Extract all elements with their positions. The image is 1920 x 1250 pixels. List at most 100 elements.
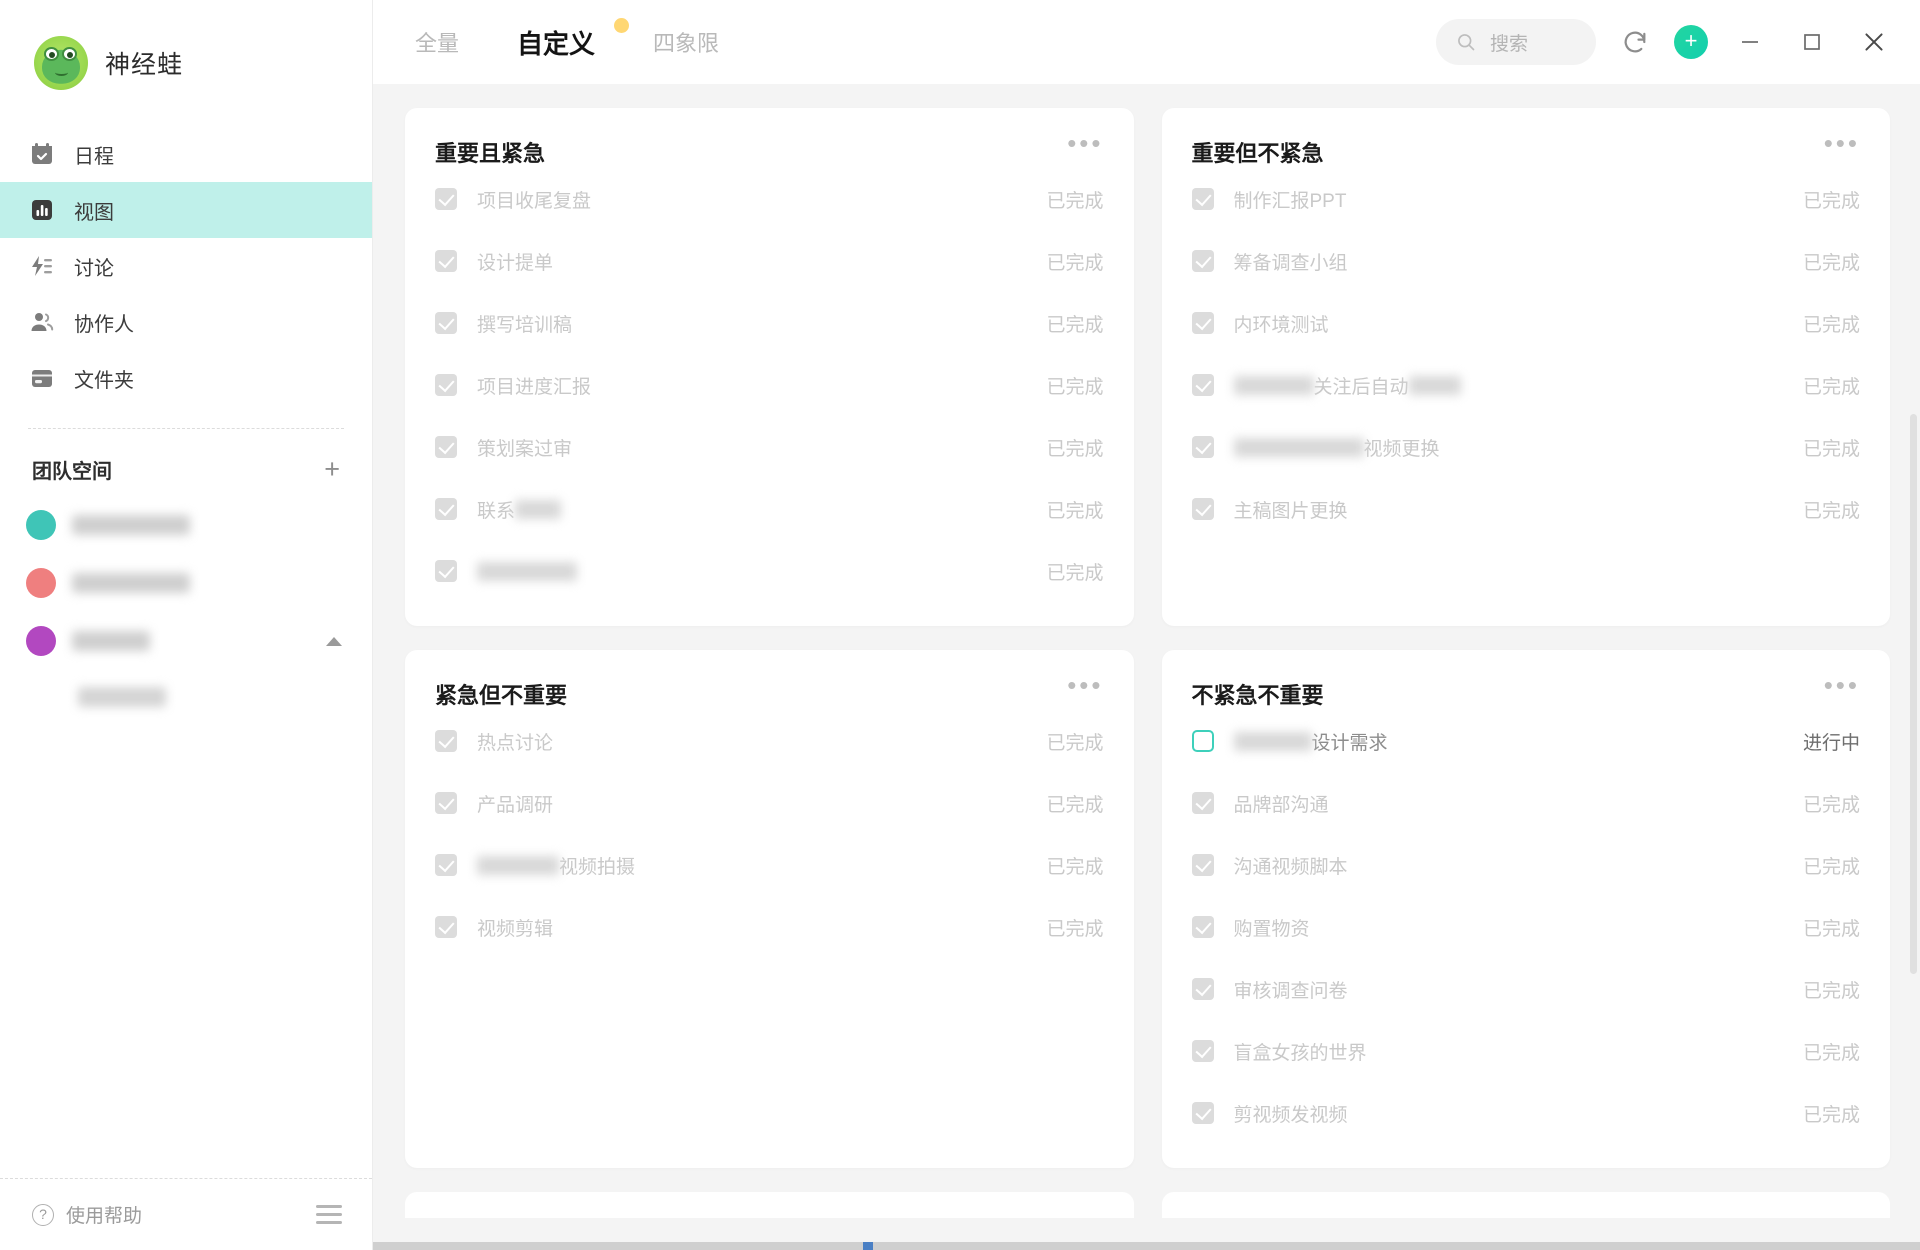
team-space-item[interactable] <box>0 554 372 612</box>
card-more-options-icon[interactable]: ••• <box>1824 672 1860 698</box>
task-row[interactable]: 热点讨论 已完成 <box>435 710 1104 772</box>
task-row[interactable]: 剪视频发视频 已完成 <box>1191 1082 1860 1144</box>
sidebar-item-collaborators[interactable]: 协作人 <box>0 294 372 350</box>
tab-all[interactable]: 全量 <box>415 26 459 58</box>
task-status: 已完成 <box>1802 918 1860 940</box>
task-row[interactable]: 设计需求 进行中 <box>1191 710 1860 772</box>
task-row[interactable]: 联系 已完成 <box>435 478 1104 540</box>
task-checkbox-checked-icon[interactable] <box>1191 498 1214 520</box>
task-row[interactable]: 产品调研 已完成 <box>435 772 1104 834</box>
task-status: 已完成 <box>1802 314 1860 336</box>
task-name: 项目进度汇报 <box>477 372 591 399</box>
task-checkbox-checked-icon[interactable] <box>1191 792 1214 814</box>
task-row[interactable]: 制作汇报PPT 已完成 <box>1191 168 1860 230</box>
task-row[interactable]: 沟通视频脚本 已完成 <box>1191 834 1860 896</box>
main-area: 全量 自定义 四象限 搜索 + 重要且紧急 ••• 项目收尾复盘 已完成 设计提… <box>373 0 1920 1250</box>
tab-custom[interactable]: 自定义 <box>517 17 630 63</box>
help-button[interactable]: ? 使用帮助 <box>32 1201 142 1228</box>
task-row[interactable]: 关注后自动 已完成 <box>1191 354 1860 416</box>
calendar-icon <box>32 143 52 164</box>
task-checkbox-checked-icon[interactable] <box>1191 436 1214 458</box>
task-checkbox-checked-icon[interactable] <box>435 436 457 458</box>
task-row[interactable]: 筹备调查小组 已完成 <box>1191 230 1860 292</box>
task-checkbox-checked-icon[interactable] <box>1191 188 1214 210</box>
minimize-button[interactable] <box>1730 22 1770 62</box>
team-space-item-expanded[interactable] <box>0 612 372 670</box>
task-checkbox-checked-icon[interactable] <box>435 916 457 938</box>
task-checkbox-checked-icon[interactable] <box>435 730 457 752</box>
task-name-text: 策划案过审 <box>477 438 573 460</box>
help-label: 使用帮助 <box>66 1206 143 1227</box>
search-icon <box>1458 34 1475 51</box>
sidebar-item-schedule[interactable]: 日程 <box>0 126 372 182</box>
chevron-up-icon[interactable] <box>326 636 342 646</box>
horizontal-scrollbar[interactable] <box>373 1242 1920 1250</box>
task-checkbox-checked-icon[interactable] <box>435 312 457 334</box>
task-row[interactable]: 策划案过审 已完成 <box>435 416 1104 478</box>
task-row[interactable]: 视频拍摄 已完成 <box>435 834 1104 896</box>
task-checkbox-checked-icon[interactable] <box>435 188 457 210</box>
task-checkbox-checked-icon[interactable] <box>435 250 457 272</box>
add-task-button[interactable]: + <box>1674 25 1708 59</box>
task-checkbox-checked-icon[interactable] <box>1191 916 1214 938</box>
task-row[interactable]: 内环境测试 已完成 <box>1191 292 1860 354</box>
task-checkbox-checked-icon[interactable] <box>1191 1102 1214 1124</box>
task-checkbox-checked-icon[interactable] <box>1191 312 1214 334</box>
brand-header[interactable]: 神经蛙 <box>0 0 372 120</box>
task-row[interactable]: 品牌部沟通 已完成 <box>1191 772 1860 834</box>
team-subname-redacted <box>78 687 166 707</box>
task-row[interactable]: 主稿图片更换 已完成 <box>1191 478 1860 540</box>
task-name: 产品调研 <box>477 790 553 817</box>
task-checkbox-checked-icon[interactable] <box>435 560 457 582</box>
task-checkbox-checked-icon[interactable] <box>1191 978 1214 1000</box>
task-checkbox-checked-icon[interactable] <box>435 854 457 876</box>
task-name-text: 主稿图片更换 <box>1233 500 1348 522</box>
task-row[interactable]: 项目进度汇报 已完成 <box>435 354 1104 416</box>
task-status: 已完成 <box>1046 732 1104 754</box>
add-team-space-button[interactable]: + <box>324 456 340 483</box>
task-status: 已完成 <box>1802 1104 1860 1126</box>
sidebar-item-folder[interactable]: 文件夹 <box>0 350 372 406</box>
sidebar-item-discussion[interactable]: 讨论 <box>0 238 372 294</box>
task-name-text: 剪视频发视频 <box>1233 1104 1348 1126</box>
task-name: 审核调查问卷 <box>1234 976 1348 1003</box>
card-more-options-icon[interactable]: ••• <box>1824 130 1860 156</box>
task-row[interactable]: 购置物资 已完成 <box>1191 896 1860 958</box>
task-row[interactable]: 项目收尾复盘 已完成 <box>435 168 1104 230</box>
task-name-text: 视频更换 <box>1363 438 1440 460</box>
hamburger-icon[interactable] <box>316 1205 342 1224</box>
task-row[interactable]: 审核调查问卷 已完成 <box>1191 958 1860 1020</box>
task-row[interactable]: 设计提单 已完成 <box>435 230 1104 292</box>
task-checkbox-checked-icon[interactable] <box>435 498 457 520</box>
task-checkbox-checked-icon[interactable] <box>435 374 457 396</box>
task-list: 项目收尾复盘 已完成 设计提单 已完成 撰写培训稿 已完成 项目进度汇报 已完成 策划案过审 已完… <box>435 168 1104 602</box>
task-checkbox-checked-icon[interactable] <box>435 792 457 814</box>
card-more-options-icon[interactable]: ••• <box>1067 672 1103 698</box>
task-name-text: 沟通视频脚本 <box>1233 856 1348 878</box>
task-name-redacted <box>477 561 577 581</box>
scrollbar-thumb[interactable] <box>863 1242 873 1250</box>
team-space-item[interactable] <box>0 496 372 554</box>
team-space-sub-item[interactable] <box>0 670 372 724</box>
task-row[interactable]: 撰写培训稿 已完成 <box>435 292 1104 354</box>
task-row[interactable]: 盲盒女孩的世界 已完成 <box>1191 1020 1860 1082</box>
task-name-redacted <box>1233 731 1312 751</box>
task-name: 筹备调查小组 <box>1234 248 1348 275</box>
task-checkbox-checked-icon[interactable] <box>1191 854 1214 876</box>
tab-quadrant[interactable]: 四象限 <box>653 26 719 58</box>
close-button[interactable] <box>1854 22 1894 62</box>
task-row[interactable]: 视频更换 已完成 <box>1191 416 1860 478</box>
task-checkbox-checked-icon[interactable] <box>1191 250 1214 272</box>
task-checkbox-checked-icon[interactable] <box>1191 1040 1214 1062</box>
refresh-button[interactable] <box>1618 25 1652 59</box>
task-checkbox-checked-icon[interactable] <box>1191 374 1214 396</box>
task-row[interactable]: 视频剪辑 已完成 <box>435 896 1104 958</box>
sidebar-item-view[interactable]: 视图 <box>0 182 372 238</box>
task-row[interactable]: 已完成 <box>435 540 1104 602</box>
vertical-scrollbar[interactable] <box>1910 414 1917 974</box>
card-more-options-icon[interactable]: ••• <box>1067 130 1103 156</box>
search-input[interactable]: 搜索 <box>1436 19 1596 65</box>
task-name-text: 视频剪辑 <box>477 918 554 940</box>
task-checkbox-icon[interactable] <box>1191 730 1214 752</box>
maximize-button[interactable] <box>1792 22 1832 62</box>
